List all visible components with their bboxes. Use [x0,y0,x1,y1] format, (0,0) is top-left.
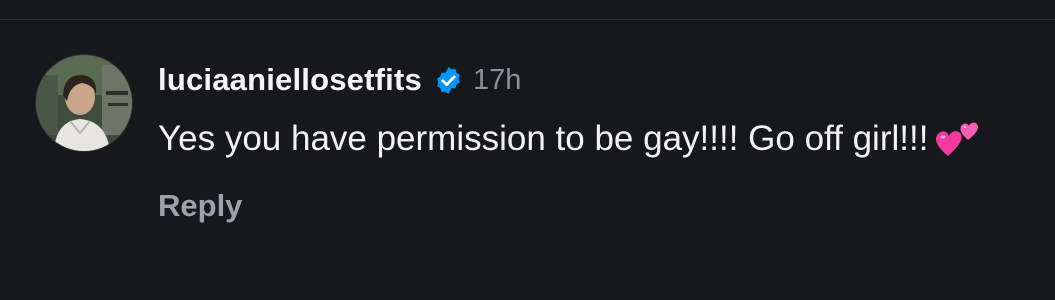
two-hearts-emoji-icon [934,116,984,160]
verified-badge-icon [433,65,464,96]
comment-panel: luciaaniellosetfits 17h Yes you have per… [0,0,1055,300]
reply-button[interactable]: Reply [158,188,242,224]
comment-text-content: Yes you have permission to be gay!!!! Go… [158,119,929,158]
timestamp: 17h [472,63,522,96]
comment-header: luciaaniellosetfits 17h [158,58,1025,102]
divider [0,19,1055,20]
username-link[interactable]: luciaaniellosetfits [158,62,422,98]
avatar[interactable] [36,55,132,151]
comment-body: luciaaniellosetfits 17h Yes you have per… [158,58,1025,224]
profile-photo-icon [36,55,132,151]
comment-text: Yes you have permission to be gay!!!! Go… [158,112,1018,166]
